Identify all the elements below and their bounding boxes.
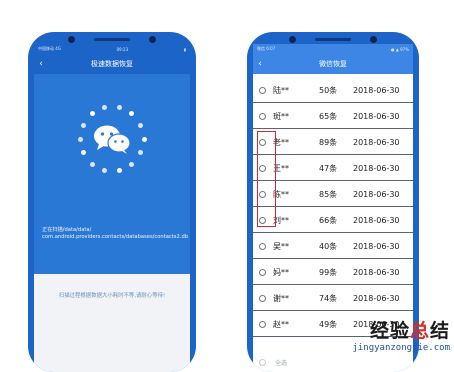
spinner-dot	[129, 161, 135, 167]
message-count: 40条	[319, 241, 338, 251]
contact-name: 吴**	[273, 241, 289, 251]
message-date: 2018-06-30	[353, 85, 400, 95]
spinner-dot	[138, 122, 144, 128]
message-count: 50条	[319, 85, 338, 95]
contact-row[interactable]: 陈** 85条 2018-06-30	[253, 182, 413, 207]
title-bar: ‹ 微信恢复	[253, 54, 413, 74]
footer-bar: 全选	[253, 352, 413, 372]
contact-row[interactable]: 吴** 40条 2018-06-30	[253, 234, 413, 259]
tip-area: 扫描过程根据数据大小耗时不等,请耐心等待!	[34, 274, 190, 372]
message-date: 2018-06-30	[353, 189, 400, 199]
contact-row[interactable]: 刘** 66条 2018-06-30	[253, 208, 413, 233]
camera-icon	[289, 36, 296, 43]
message-count: 65条	[319, 111, 338, 121]
message-date: 2018-06-30	[353, 293, 400, 303]
sensor-icon	[370, 36, 377, 43]
message-date: 2018-06-30	[353, 215, 400, 225]
spinner-dot	[80, 122, 86, 128]
left-screen: 中国移动 4G 09:23 ▮ ‹ 极速数据恢复 正在扫描/data/data/	[34, 44, 190, 372]
row-radio[interactable]	[259, 112, 266, 120]
message-count: 74条	[319, 293, 338, 303]
watermark-title-a: 经验	[369, 320, 410, 342]
left-phone: 中国移动 4G 09:23 ▮ ‹ 极速数据恢复 正在扫描/data/data/	[28, 32, 196, 372]
contact-row[interactable]: 老** 89条 2018-06-30	[253, 130, 413, 155]
message-count: 66条	[319, 215, 338, 225]
speaker	[94, 38, 130, 41]
status-right: ● ▲ 97%	[391, 46, 409, 52]
message-count: 49条	[319, 319, 338, 329]
carrier-label: 中国移动 4G	[38, 46, 61, 51]
page-title: 极速数据恢复	[91, 60, 133, 68]
message-count: 99条	[319, 267, 338, 277]
message-date: 2018-06-30	[353, 241, 400, 251]
title-bar: ‹ 极速数据恢复	[34, 54, 190, 74]
contact-name: 妈**	[273, 267, 289, 277]
contact-name: 斑**	[273, 111, 289, 121]
message-count: 89条	[319, 137, 338, 147]
message-date: 2018-06-30	[353, 111, 400, 121]
contact-name: 谢**	[273, 293, 289, 303]
spinner-dot	[138, 150, 144, 156]
spinner-dot	[116, 167, 122, 173]
spinner-dot	[80, 150, 86, 156]
status-bar: 微信 6:07 ● ▲ 97%	[253, 44, 413, 54]
watermark-title: 经验总结	[352, 316, 450, 343]
sensor-icon	[149, 36, 156, 43]
spinner-dot	[102, 167, 108, 173]
row-radio[interactable]	[259, 294, 266, 302]
spinner-dot	[77, 136, 83, 142]
message-count: 85条	[319, 189, 338, 199]
scan-path: com.android.providers.contacts/databases…	[42, 234, 189, 240]
spinner-dot	[116, 105, 122, 111]
scan-prefix: 正在扫描/data/data/	[42, 227, 92, 233]
scan-status: 正在扫描/data/data/ com.android.providers.co…	[42, 227, 189, 241]
contact-name: 陆**	[273, 85, 289, 95]
contact-row[interactable]: 陆** 50条 2018-06-30	[253, 78, 413, 103]
contact-row[interactable]: 妈** 99条 2018-06-30	[253, 260, 413, 285]
watermark-title-c: 结	[429, 320, 450, 342]
battery-icon: ▮	[183, 46, 186, 52]
scan-tip: 扫描过程根据数据大小耗时不等,请耐心等待!	[58, 293, 166, 299]
watermark-title-b: 总	[409, 320, 430, 342]
contact-row[interactable]: 斑** 65条 2018-06-30	[253, 104, 413, 129]
wechat-icon	[94, 125, 131, 154]
spinner-dot	[141, 136, 147, 142]
message-date: 2018-06-30	[353, 137, 400, 147]
contact-row[interactable]: 王** 47条 2018-06-30	[253, 156, 413, 181]
row-radio[interactable]	[259, 86, 266, 94]
message-count: 47条	[319, 163, 338, 173]
row-radio[interactable]	[259, 320, 266, 328]
scan-panel: 正在扫描/data/data/ com.android.providers.co…	[34, 74, 190, 274]
spinner-dot	[102, 105, 108, 111]
contact-name: 赵**	[273, 319, 289, 329]
message-date: 2018-06-30	[353, 163, 400, 173]
status-bar: 中国移动 4G 09:23 ▮	[34, 44, 190, 54]
contact-row[interactable]: 谢** 74条 2018-06-30	[253, 286, 413, 311]
select-all-label[interactable]: 全选	[275, 358, 287, 367]
row-radio[interactable]	[259, 242, 266, 250]
selection-highlight	[257, 131, 276, 227]
spinner-dot	[89, 111, 95, 117]
watermark: 经验总结 jingyanzongjie.com	[352, 316, 450, 353]
clock: 09:23	[116, 46, 129, 52]
page-title: 微信恢复	[319, 60, 347, 68]
spinner-dot	[89, 161, 95, 167]
row-radio[interactable]	[259, 268, 266, 276]
message-date: 2018-06-30	[353, 267, 400, 277]
camera-icon	[68, 36, 75, 43]
spinner-dot	[129, 111, 135, 117]
status-left: 微信 6:07	[257, 46, 276, 51]
watermark-url: jingyanzongjie.com	[352, 343, 450, 353]
speaker	[315, 38, 351, 41]
